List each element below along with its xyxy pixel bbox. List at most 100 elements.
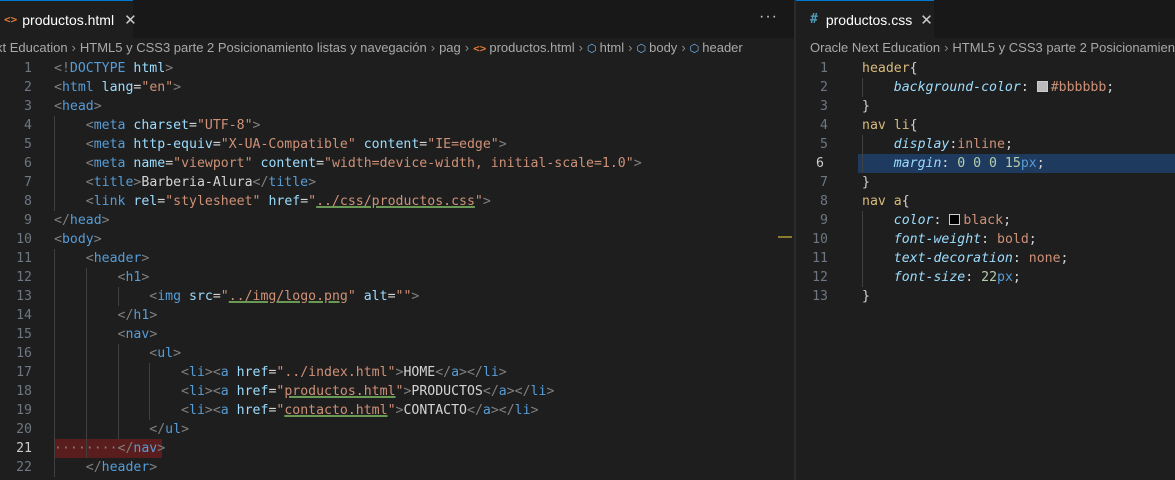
code-token: > [149,327,158,342]
code-token: </ [482,384,499,399]
code-line[interactable]: 6 <meta name="viewport" content="width=d… [0,154,794,173]
tab-productos-html[interactable]: <> productos.html ✕ [0,0,137,38]
code-line[interactable]: 9 color: black; [796,211,1175,230]
breadcrumb-item[interactable]: HTML5 y CSS3 parte 2 Posicionamiento [952,40,1175,55]
code-token: " [474,194,483,209]
breadcrumb-item[interactable]: productos.html [489,40,574,55]
code-token: = [212,137,221,152]
code-line[interactable]: 4 nav li{ [796,116,1175,135]
code-token: < [181,365,189,380]
code-line[interactable]: 20 </ul> [0,420,794,439]
code-text: </header> [54,458,157,477]
code-line[interactable]: 10 <body> [0,230,794,249]
cube-icon: ⬡ [636,43,647,55]
code-token: >< [204,384,221,399]
close-icon[interactable]: ✕ [920,11,933,29]
code-line[interactable]: 13} [796,287,1175,306]
code-line[interactable]: 1 header{ [796,59,1175,78]
code-editor[interactable]: 1 header{2 background-color: #bbbbbb; 3} 4 n… [796,58,1175,480]
code-line[interactable]: 6 margin: 0 0 0 15px; [816,154,1175,173]
code-line[interactable]: 3 <head> [0,97,794,116]
code-text: <meta charset="UTF-8"> [54,116,261,135]
css-editor-group: # productos.css ✕ Oracle Next Education ›… [796,0,1175,480]
code-token: charset [133,118,189,133]
html-file-icon: <> [473,42,487,55]
code-token: nav [125,327,150,342]
code-token: } [862,99,870,114]
code-token: Barberia-Alura [141,175,253,190]
code-line[interactable]: 19 <li><a href="contacto.html">CONTACTO<… [0,401,794,420]
line-number: 7 [24,175,32,190]
code-line[interactable]: 8 nav a{ [796,192,1175,211]
breadcrumb-item[interactable]: Oracle Next Education [810,40,940,55]
code-line[interactable]: 10 font-weight: bold; [796,230,1175,249]
code-line[interactable]: 7} [796,173,1175,192]
code-line[interactable]: 16 <ul> [0,344,794,363]
line-number: 9 [24,213,32,228]
close-icon[interactable]: ✕ [124,11,137,29]
code-line[interactable]: 3} [796,97,1175,116]
code-line[interactable]: 12 <h1> [0,268,794,287]
code-token: ; [1012,270,1021,285]
code-token: meta [93,118,134,133]
breadcrumb-item[interactable]: body [649,40,677,55]
code-text: <body> [54,230,102,249]
line-number: 19 [16,403,32,418]
code-token: } [862,175,870,190]
tab-productos-css[interactable]: # productos.css ✕ [796,0,934,38]
line-number: 5 [24,137,32,152]
code-token: nav a [862,194,902,209]
code-line[interactable]: 2 <html lang="en"> [0,78,794,97]
code-line[interactable]: 11 <header> [0,249,794,268]
breadcrumb-item[interactable]: HTML5 y CSS3 parte 2 Posicionamiento lis… [80,40,427,55]
code-line[interactable]: 1 <!DOCTYPE html> [0,59,794,78]
code-line[interactable]: 11 text-decoration: none; [796,249,1175,268]
code-line[interactable]: 21 ········</nav> [16,439,165,458]
color-swatch-icon[interactable] [949,213,961,225]
code-token: ; [1004,137,1013,152]
code-token: > [93,99,102,114]
color-swatch-icon[interactable] [1036,80,1048,92]
code-line[interactable]: 18 <li><a href="productos.html">PRODUCTO… [0,382,794,401]
code-line[interactable]: 22 </header> [0,458,794,477]
code-token: inline [957,137,1005,152]
cube-icon: ⬡ [586,43,597,55]
code-token: #bbbbbb [1050,80,1107,95]
breadcrumb-item[interactable]: html [600,40,625,55]
line-number: 20 [16,422,32,437]
code-line[interactable]: 5 <meta http-equiv="X-UA-Compatible" con… [0,135,794,154]
code-line[interactable]: 8 <link rel="stylesheet" href="../css/pr… [0,192,794,211]
code-token: ../css/productos.css [316,194,475,209]
code-line[interactable]: 2 background-color: #bbbbbb; [796,78,1175,97]
code-line[interactable]: 9 </head> [0,211,794,230]
code-token: > [141,270,150,285]
code-token: < [85,137,94,152]
code-line[interactable]: 14 </h1> [0,306,794,325]
breadcrumb-item[interactable]: xt Education [0,40,68,55]
breadcrumb-item[interactable]: pag [439,40,461,55]
code-text: color: black; [862,211,1011,230]
code-token: ></ [459,365,483,380]
code-line[interactable]: 4 <meta charset="UTF-8"> [0,116,794,135]
code-line[interactable]: 17 <li><a href="../index.html">HOME</a><… [0,363,794,382]
more-actions-icon[interactable]: ··· [759,8,778,26]
code-token: > [181,422,190,437]
code-line[interactable]: 13 <img src="../img/logo.png" alt=""> [0,287,794,306]
code-line[interactable]: 15 <nav> [0,325,794,344]
code-text: font-weight: bold; [862,230,1037,249]
line-number: 3 [820,99,828,114]
code-token: PRODUCTOS [411,384,483,399]
code-text: <li><a href="contacto.html">CONTACTO</a>… [54,401,538,420]
breadcrumb-item[interactable]: header [702,40,742,55]
code-token: a [482,403,491,418]
indent-guide [117,344,119,439]
code-line[interactable]: 12 font-size: 22px; [796,268,1175,287]
code-line[interactable]: 5 display:inline; [796,135,1175,154]
code-text: <li><a href="../index.html">HOME</a></li… [54,363,507,382]
code-editor[interactable]: 1 <!DOCTYPE html> 2 <html lang="en"> 3 <head>… [0,58,794,480]
code-line[interactable]: 7 <title>Barberia-Alura</title> [0,173,794,192]
code-token: HOME [403,365,436,380]
code-text: nav a{ [862,192,910,211]
